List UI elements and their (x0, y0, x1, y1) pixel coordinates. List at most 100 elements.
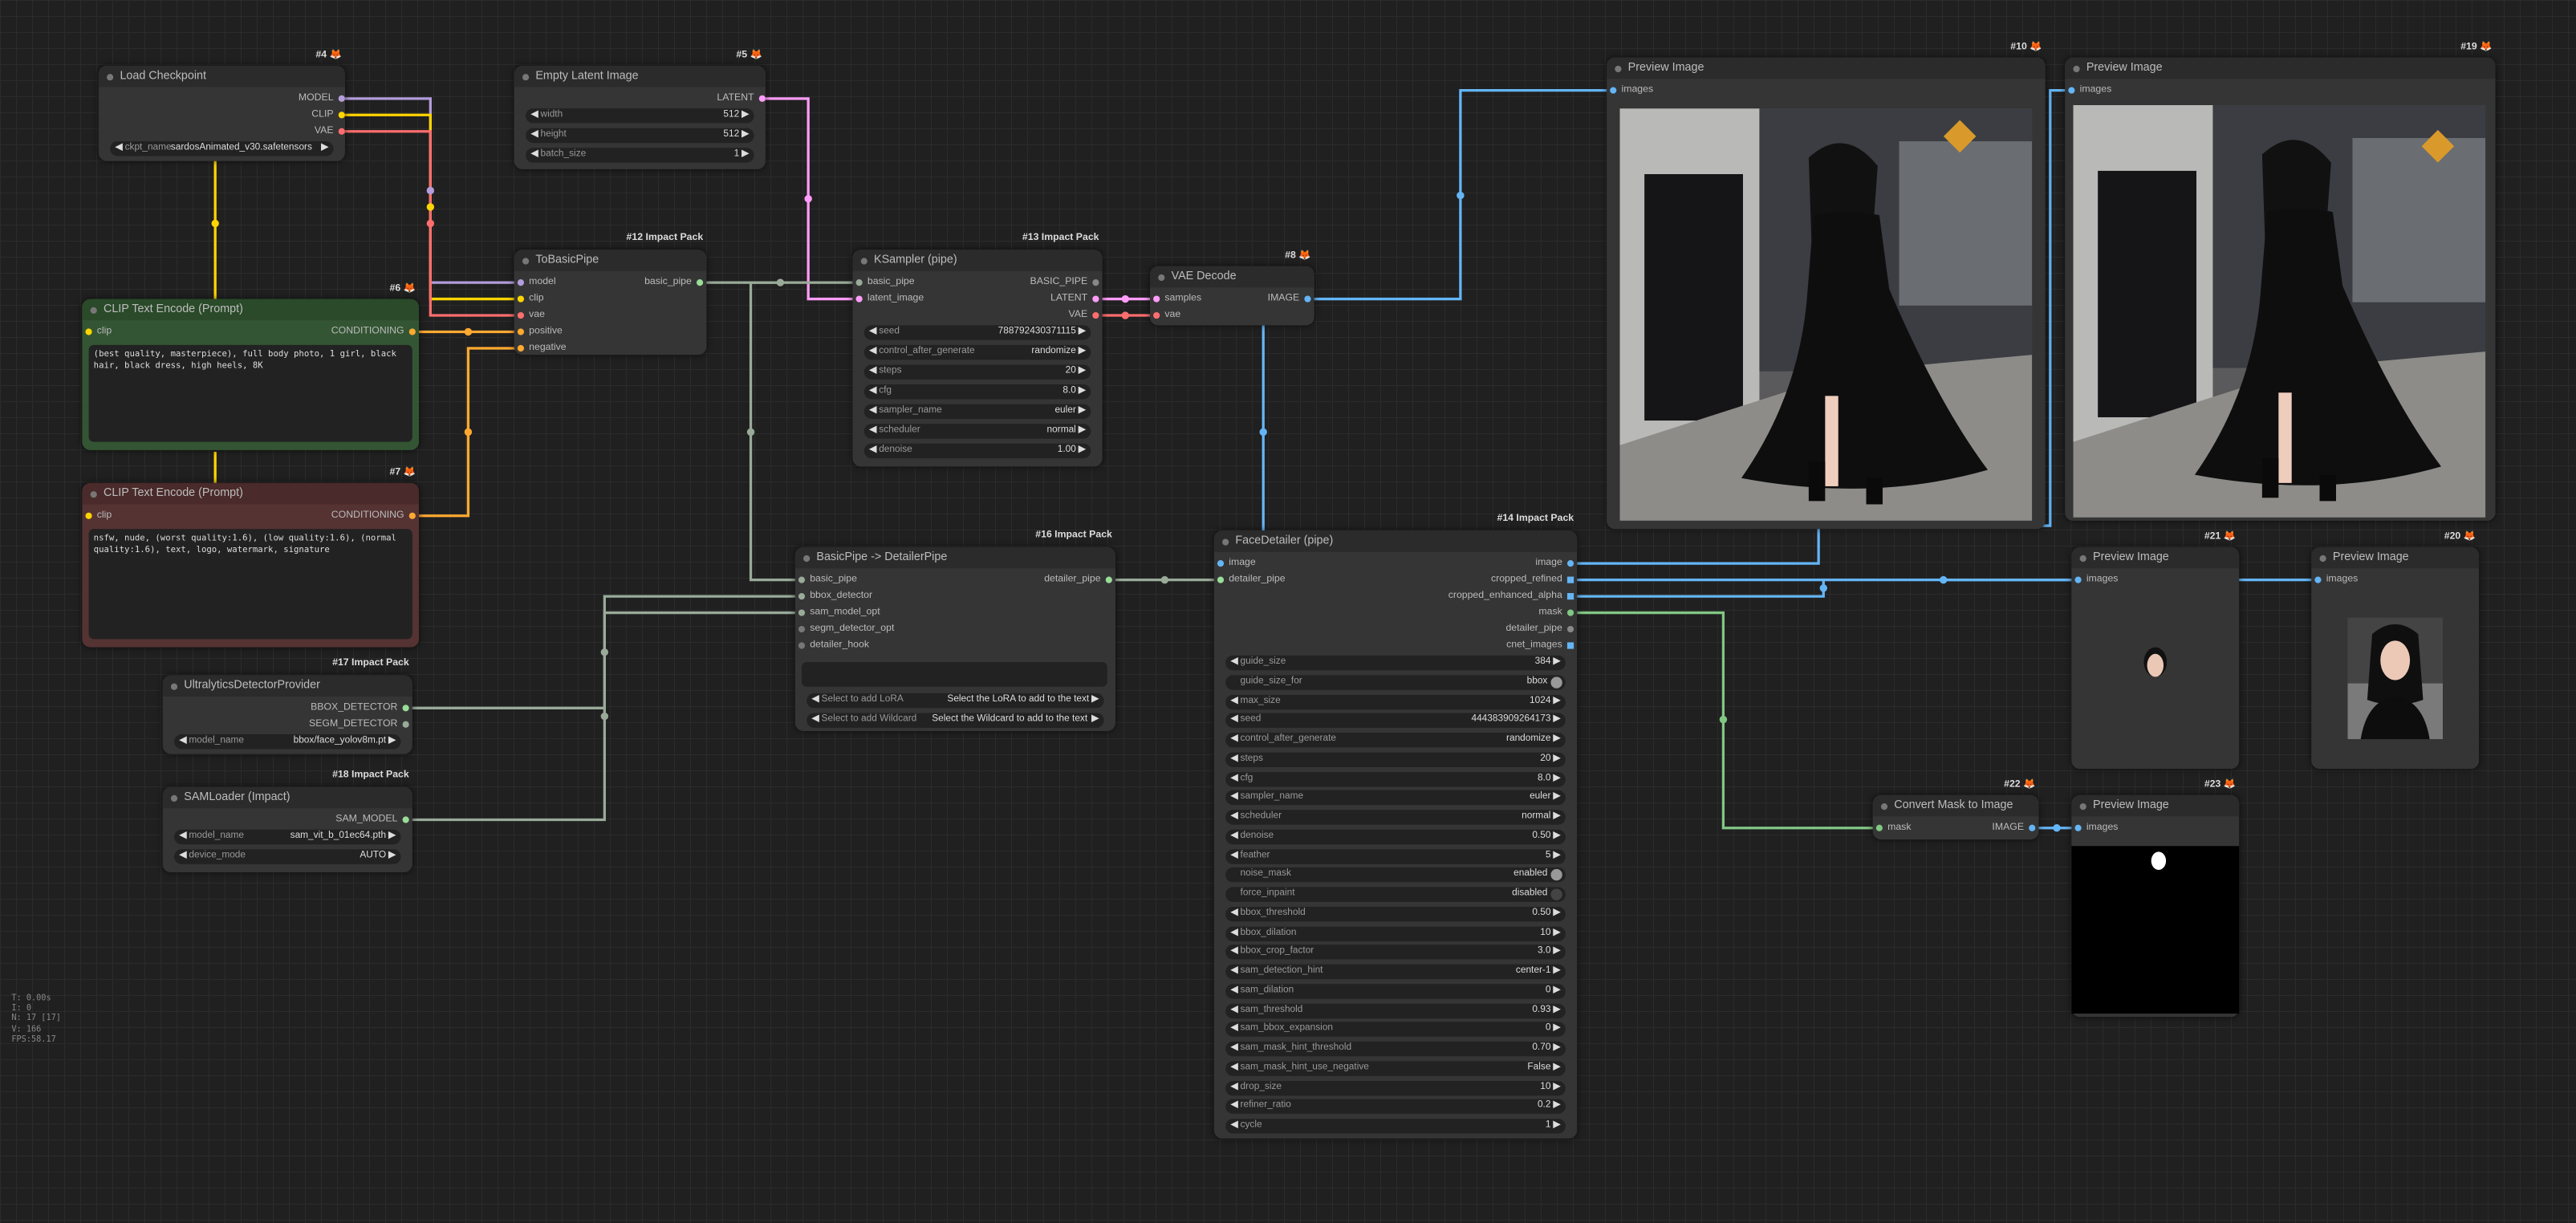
arrow-right-icon[interactable]: ▶ (1553, 829, 1560, 843)
widget-seed[interactable]: ◀ seed 444383909264173 ▶ (1225, 713, 1566, 729)
preview-image-face-crop[interactable] (2137, 640, 2174, 689)
arrow-right-icon[interactable]: ▶ (1553, 1099, 1560, 1114)
node-title[interactable]: FaceDetailer (pipe) (1213, 530, 1578, 552)
output-cropped-enhanced-alpha[interactable]: cropped_enhanced_alpha (1448, 590, 1574, 603)
node-title[interactable]: KSampler (pipe) (852, 250, 1103, 271)
widget-control-after-generate[interactable]: ◀ control_after_generate randomize ▶ (1225, 733, 1566, 748)
widget-sam-mask-hint-threshold[interactable]: ◀ sam_mask_hint_threshold 0.70 ▶ (1225, 1041, 1566, 1057)
arrow-left-icon[interactable]: ◀ (1230, 694, 1237, 709)
arrow-left-icon[interactable]: ◀ (1230, 656, 1237, 670)
preview-image-refined[interactable] (2073, 105, 2486, 518)
node-vae-decode[interactable]: VAE Decode #8 🦊 samples vae IMAGE (1149, 251, 1314, 326)
node-face-detailer-pipe[interactable]: FaceDetailer (pipe) #14 Impact Pack imag… (1213, 514, 1578, 1139)
widget-sam-threshold[interactable]: ◀ sam_threshold 0.93 ▶ (1225, 1002, 1566, 1018)
input-basic-pipe[interactable]: basic_pipe (855, 276, 915, 289)
widget-sam-detection-hint[interactable]: ◀ sam_detection_hint center-1 ▶ (1225, 964, 1566, 980)
node-convert-mask-to-image[interactable]: Convert Mask to Image #22 🦊 mask IMAGE (1872, 780, 2039, 840)
output-cropped-refined[interactable]: cropped_refined (1491, 573, 1574, 586)
widget-guide-size[interactable]: ◀ guide_size 384 ▶ (1225, 655, 1566, 671)
output-latent[interactable]: LATENT (717, 92, 766, 105)
widget-model-name[interactable]: ◀ model_name bbox/face_yolov8m.pt ▶ (173, 734, 401, 750)
arrow-left-icon[interactable]: ◀ (1230, 1003, 1237, 1018)
node-title[interactable]: Empty Latent Image (514, 65, 766, 87)
arrow-right-icon[interactable]: ▶ (1553, 926, 1560, 941)
output-bbox-detector[interactable]: BBOX_DETECTOR (311, 701, 409, 714)
node-title[interactable]: CLIP Text Encode (Prompt) (82, 299, 420, 321)
widget-steps[interactable]: ◀ steps 20 ▶ (863, 364, 1091, 380)
arrow-left-icon[interactable]: ◀ (1230, 713, 1237, 728)
arrow-right-icon[interactable]: ▶ (1553, 984, 1560, 998)
node-title[interactable]: Preview Image (2071, 546, 2240, 569)
input-sam-model-opt[interactable]: sam_model_opt (798, 606, 880, 619)
input-vae[interactable]: vae (517, 309, 545, 322)
input-bbox-detector[interactable]: bbox_detector (798, 590, 872, 603)
node-title[interactable]: VAE Decode (1149, 266, 1314, 288)
arrow-left-icon[interactable]: ◀ (1230, 1022, 1237, 1037)
node-title[interactable]: Preview Image (2311, 546, 2480, 569)
output-image[interactable]: image (1535, 557, 1574, 570)
widget-bbox-crop-factor[interactable]: ◀ bbox_crop_factor 3.0 ▶ (1225, 945, 1566, 961)
output-conditioning[interactable]: CONDITIONING (331, 510, 416, 522)
input-images[interactable]: images (2074, 822, 2118, 835)
output-segm-detector[interactable]: SEGM_DETECTOR (309, 718, 409, 731)
node-title[interactable]: CLIP Text Encode (Prompt) (82, 482, 420, 505)
node-preview-image-23[interactable]: Preview Image #23 🦊 images (2071, 780, 2240, 1018)
widget-noise-mask[interactable]: noise_mask enabled (1225, 867, 1566, 883)
widget-scheduler[interactable]: ◀ scheduler normal ▶ (1225, 810, 1566, 825)
widget-feather[interactable]: ◀ feather 5 ▶ (1225, 848, 1566, 863)
arrow-left-icon[interactable]: ◀ (1230, 810, 1237, 824)
widget-control-after-generate[interactable]: ◀ control_after_generate randomize ▶ (863, 344, 1091, 360)
input-clip[interactable]: clip (85, 325, 112, 338)
input-image[interactable]: image (1217, 557, 1256, 570)
node-graph-canvas[interactable]: Load Checkpoint #4 🦊 MODEL CLIP VAE ◀ ckp… (0, 0, 2576, 1222)
node-title[interactable]: Preview Image (2065, 57, 2496, 79)
node-load-checkpoint[interactable]: Load Checkpoint #4 🦊 MODEL CLIP VAE ◀ ckp… (98, 51, 345, 161)
input-images[interactable]: images (1610, 83, 1653, 96)
output-latent[interactable]: LATENT (1050, 292, 1099, 305)
arrow-right-icon[interactable]: ▶ (1553, 1003, 1560, 1018)
input-segm-detector-opt[interactable]: segm_detector_opt (798, 623, 894, 636)
arrow-right-icon[interactable]: ▶ (1553, 713, 1560, 728)
output-image[interactable]: IMAGE (1268, 292, 1311, 305)
output-basic-pipe[interactable]: BASIC_PIPE (1030, 276, 1099, 289)
input-negative[interactable]: negative (517, 342, 567, 355)
node-title[interactable]: Load Checkpoint (98, 65, 345, 87)
output-detailer-pipe[interactable]: detailer_pipe (1505, 623, 1574, 636)
node-preview-image-10[interactable]: Preview Image #10 🦊 images (1607, 43, 2046, 530)
widget-denoise[interactable]: ◀ denoise 0.50 ▶ (1225, 829, 1566, 844)
arrow-left-icon[interactable]: ◀ (1230, 1061, 1237, 1075)
preview-image-enhanced-alpha[interactable] (2347, 617, 2444, 740)
widget-guide-size-for[interactable]: guide_size_for bbox (1225, 674, 1566, 690)
preview-image-full-body[interactable] (1619, 108, 2033, 521)
input-mask[interactable]: mask (1875, 822, 1911, 835)
widget-refiner-ratio[interactable]: ◀ refiner_ratio 0.2 ▶ (1225, 1099, 1566, 1115)
widget-bbox-threshold[interactable]: ◀ bbox_threshold 0.50 ▶ (1225, 906, 1566, 921)
arrow-left-icon[interactable]: ◀ (1230, 848, 1237, 863)
widget-bbox-dilation[interactable]: ◀ bbox_dilation 10 ▶ (1225, 925, 1566, 941)
node-ultralytics-detector-provider[interactable]: UltralyticsDetectorProvider #17 Impact P… (162, 659, 412, 754)
arrow-right-icon[interactable]: ▶ (1553, 848, 1560, 863)
arrow-left-icon[interactable]: ◀ (1230, 733, 1237, 747)
arrow-left-icon[interactable]: ◀ (1230, 906, 1237, 920)
input-images[interactable]: images (2068, 83, 2111, 96)
output-basic-pipe[interactable]: basic_pipe (644, 276, 704, 289)
toggle-knob-icon[interactable] (1550, 888, 1562, 900)
widget-sam-bbox-expansion[interactable]: ◀ sam_bbox_expansion 0 ▶ (1225, 1022, 1566, 1038)
input-detailer-pipe[interactable]: detailer_pipe (1217, 573, 1286, 586)
toggle-knob-icon[interactable] (1550, 676, 1562, 689)
node-title[interactable]: Convert Mask to Image (1872, 794, 2039, 817)
node-title[interactable]: UltralyticsDetectorProvider (162, 675, 412, 697)
widget-sampler-name[interactable]: ◀ sampler_name euler ▶ (863, 404, 1091, 420)
arrow-left-icon[interactable]: ◀ (1230, 1119, 1237, 1133)
output-conditioning[interactable]: CONDITIONING (331, 325, 416, 338)
input-positive[interactable]: positive (517, 325, 563, 338)
arrow-left-icon[interactable]: ◀ (1230, 790, 1237, 805)
arrow-left-icon[interactable]: ◀ (1230, 752, 1237, 766)
output-mask[interactable]: mask (1538, 606, 1574, 619)
prompt-text-positive[interactable]: (best quality, masterpiece), full body p… (88, 344, 412, 442)
arrow-right-icon[interactable]: ▶ (1553, 965, 1560, 979)
node-sam-loader[interactable]: SAMLoader (Impact) #18 Impact Pack SAM_M… (162, 770, 412, 873)
input-samples[interactable]: samples (1153, 292, 1201, 305)
input-latent-image[interactable]: latent_image (855, 292, 924, 305)
input-model[interactable]: model (517, 276, 556, 289)
